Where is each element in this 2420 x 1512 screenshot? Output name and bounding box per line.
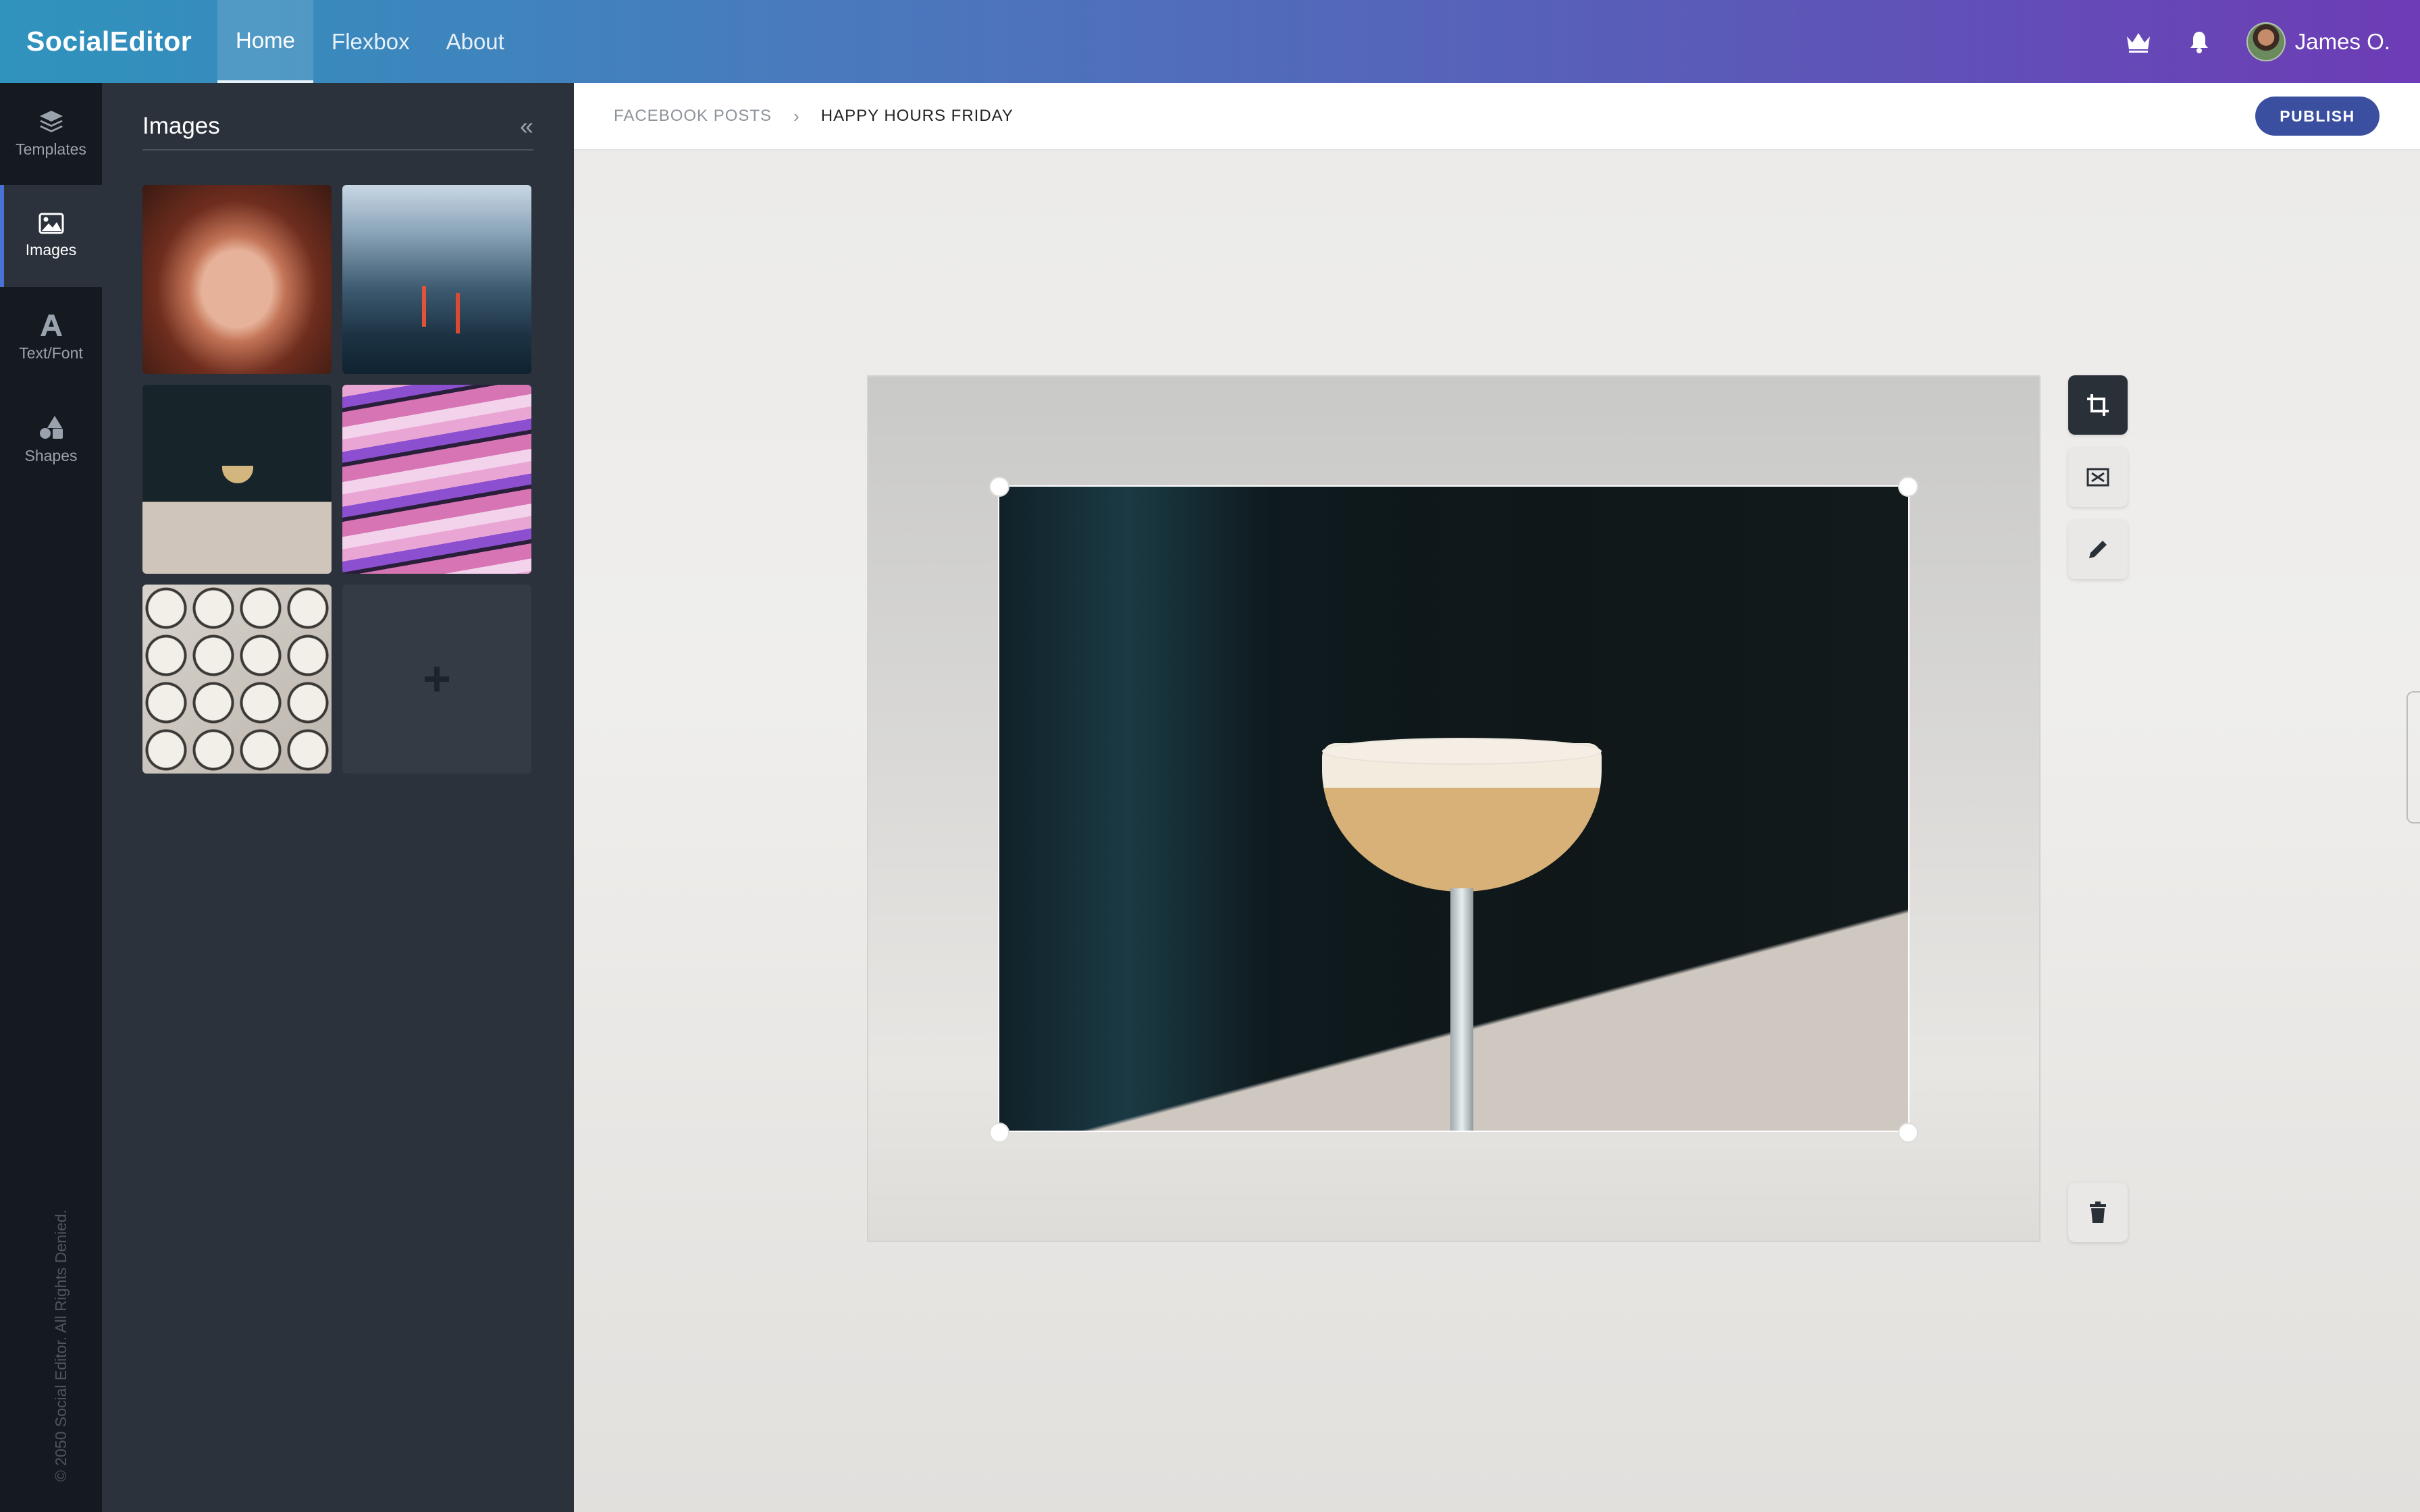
nav-about[interactable]: About: [428, 0, 523, 83]
crop-icon: [2087, 394, 2109, 416]
nav-home[interactable]: Home: [217, 0, 314, 83]
images-panel: Images « +: [102, 83, 574, 1512]
image-grid: +: [142, 185, 533, 774]
rail-item-text[interactable]: Text/Font: [0, 287, 102, 389]
plus-icon: +: [422, 652, 452, 706]
top-bar: SocialEditor Home Flexbox About James O.: [0, 0, 2420, 83]
image-thumb-lava-ocean[interactable]: [342, 185, 531, 374]
rail-label-templates: Templates: [16, 140, 86, 158]
breadcrumb-current: HAPPY HOURS FRIDAY: [820, 107, 1014, 125]
nav-flexbox[interactable]: Flexbox: [313, 0, 428, 83]
collapse-panel-icon[interactable]: «: [520, 112, 533, 140]
image-thumb-meringues[interactable]: [142, 585, 332, 774]
cocktail-glass-stem: [1450, 888, 1473, 1131]
rail-item-shapes[interactable]: Shapes: [0, 389, 102, 491]
user-area: James O.: [2098, 22, 2390, 62]
cocktail-glass: [1322, 743, 1602, 892]
publish-button[interactable]: PUBLISH: [2255, 97, 2379, 136]
text-icon: [40, 315, 62, 336]
selected-image[interactable]: [998, 485, 1910, 1132]
trash-icon: [2090, 1202, 2106, 1223]
avatar[interactable]: [2246, 22, 2286, 61]
bell-icon[interactable]: [2179, 22, 2219, 62]
resize-handle-top-right[interactable]: [1898, 477, 1918, 497]
rail-item-templates[interactable]: Templates: [0, 83, 102, 185]
resize-handle-top-left[interactable]: [989, 477, 1009, 497]
layers-icon: [39, 111, 63, 132]
crown-icon[interactable]: [2118, 22, 2159, 62]
image-thumb-purple-waves[interactable]: [342, 385, 531, 574]
chevron-right-icon: ›: [793, 105, 799, 126]
image-thumb-cocktail[interactable]: [142, 385, 332, 574]
add-image-button[interactable]: +: [342, 585, 531, 774]
rail-label-images: Images: [25, 241, 77, 259]
rail-label-text: Text/Font: [19, 344, 83, 362]
rail-item-images[interactable]: Images: [0, 185, 102, 287]
image-fit-icon: [2086, 468, 2109, 487]
main-nav: Home Flexbox About: [217, 0, 523, 83]
brand-logo[interactable]: SocialEditor: [26, 26, 217, 57]
edit-button[interactable]: [2068, 520, 2128, 579]
pencil-icon: [2089, 541, 2107, 558]
panel-title: Images: [142, 113, 220, 139]
breadcrumb: FACEBOOK POSTS › HAPPY HOURS FRIDAY PUBL…: [574, 83, 2420, 151]
delete-button[interactable]: [2068, 1183, 2128, 1242]
right-panel-toggle[interactable]: [2406, 691, 2420, 824]
user-name[interactable]: James O.: [2295, 29, 2390, 55]
panel-header: Images «: [142, 103, 533, 151]
resize-handle-bottom-right[interactable]: [1898, 1123, 1918, 1143]
rail-label-shapes: Shapes: [24, 447, 78, 464]
fit-image-button[interactable]: [2068, 448, 2128, 507]
breadcrumb-parent[interactable]: FACEBOOK POSTS: [614, 107, 772, 126]
image-thumb-portrait[interactable]: [142, 185, 332, 374]
resize-handle-bottom-left[interactable]: [989, 1123, 1009, 1143]
cocktail-glass-rim: [1322, 738, 1602, 765]
tool-rail: Templates Images Text/Font Shapes © 2050…: [0, 83, 102, 1512]
copyright-text: © 2050 Social Editor. All Rights Denied.: [52, 1209, 70, 1482]
image-icon: [38, 213, 63, 234]
crop-button[interactable]: [2068, 375, 2128, 435]
shapes-icon: [39, 416, 63, 439]
